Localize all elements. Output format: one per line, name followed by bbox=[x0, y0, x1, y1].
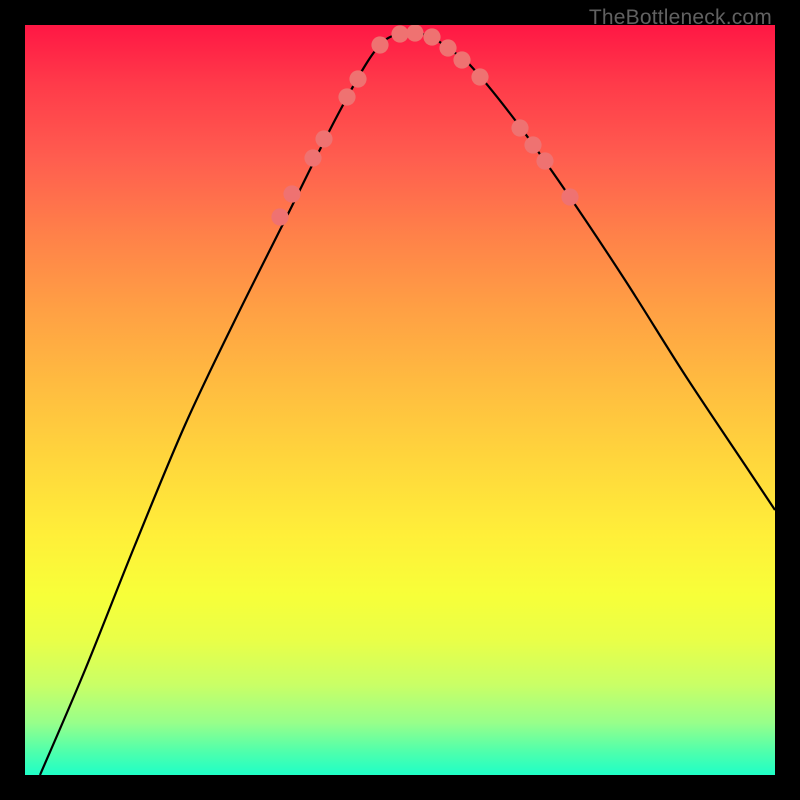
marker-dot bbox=[315, 130, 332, 147]
marker-dot bbox=[561, 188, 578, 205]
bottleneck-curve bbox=[40, 33, 775, 775]
chart-svg bbox=[25, 25, 775, 775]
marker-dot bbox=[406, 25, 423, 42]
marker-dot bbox=[283, 185, 300, 202]
marker-dot bbox=[511, 119, 528, 136]
marker-dot bbox=[271, 208, 288, 225]
marker-dot bbox=[349, 70, 366, 87]
marker-dot bbox=[471, 68, 488, 85]
marker-dot bbox=[338, 88, 355, 105]
marker-dot bbox=[536, 152, 553, 169]
marker-dot bbox=[524, 136, 541, 153]
marker-dot bbox=[391, 25, 408, 42]
marker-dot bbox=[371, 36, 388, 53]
curve-markers bbox=[271, 25, 578, 226]
marker-dot bbox=[439, 39, 456, 56]
curve-line bbox=[40, 33, 775, 775]
marker-dot bbox=[423, 28, 440, 45]
marker-dot bbox=[304, 149, 321, 166]
marker-dot bbox=[453, 51, 470, 68]
